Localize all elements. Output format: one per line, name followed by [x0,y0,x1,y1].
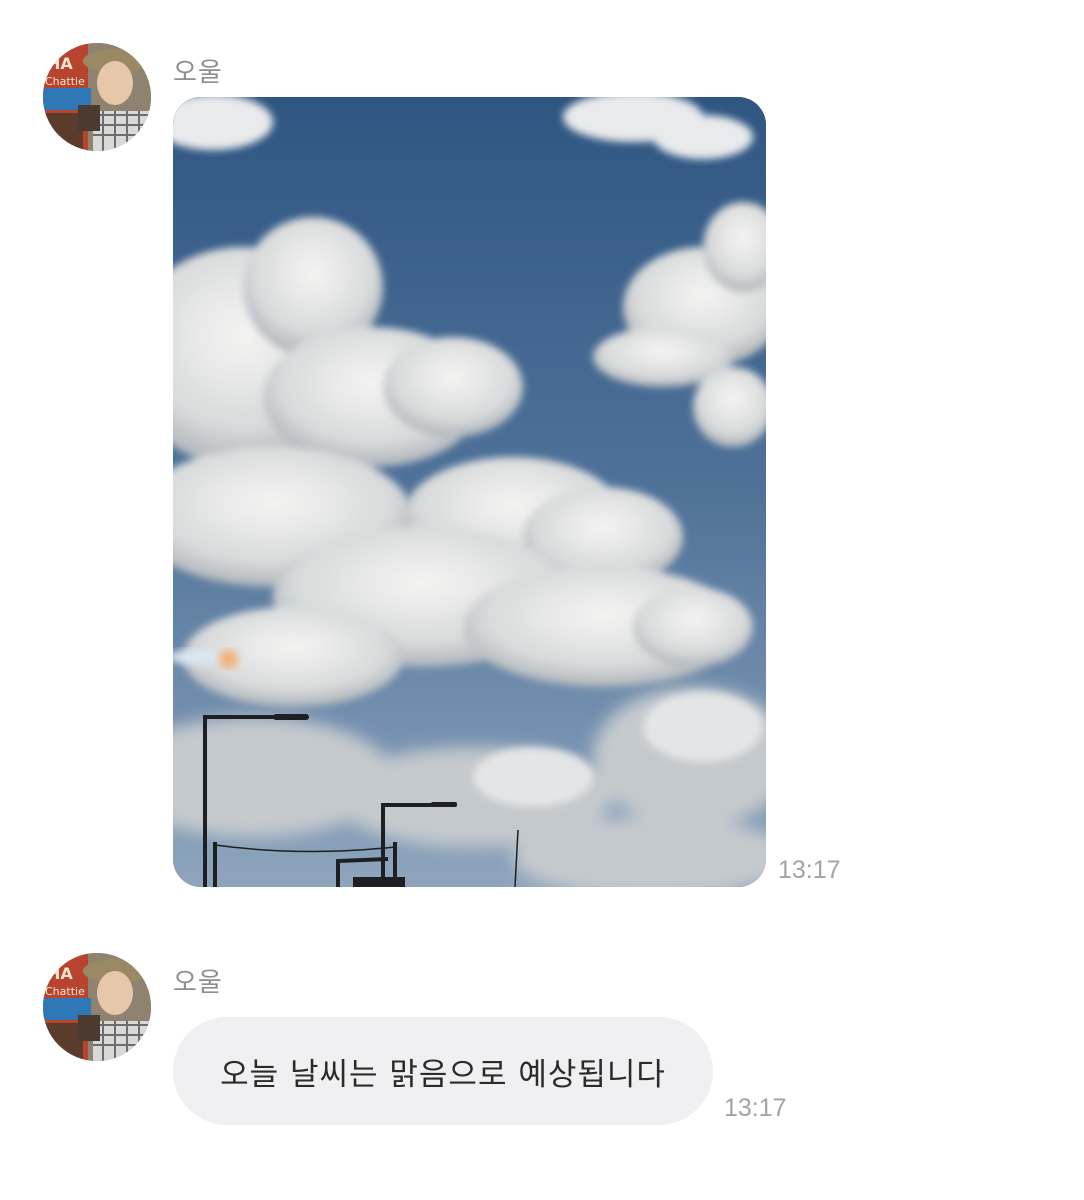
message-text: 오늘 날씨는 맑음으로 예상됩니다 [220,1056,666,1093]
svg-text:HA: HA [47,54,73,73]
svg-text:Chattie: Chattie [45,985,85,998]
avatar-image: HA Chattie [43,43,151,151]
svg-text:HA: HA [47,964,73,983]
sender-name: 오울 [173,58,223,88]
avatar-image: HA Chattie [43,953,151,1061]
shared-photo[interactable] [173,97,766,887]
sender-name: 오울 [173,968,223,998]
message-bubble[interactable]: 오늘 날씨는 맑음으로 예상됩니다 [173,1017,713,1125]
svg-text:Chattie: Chattie [45,75,85,88]
sender-avatar[interactable]: HA Chattie [43,953,151,1061]
message-timestamp: 13:17 [724,1094,787,1122]
sky-clouds-photo-icon [173,97,766,887]
sender-avatar[interactable]: HA Chattie [43,43,151,151]
message-timestamp: 13:17 [778,856,841,884]
